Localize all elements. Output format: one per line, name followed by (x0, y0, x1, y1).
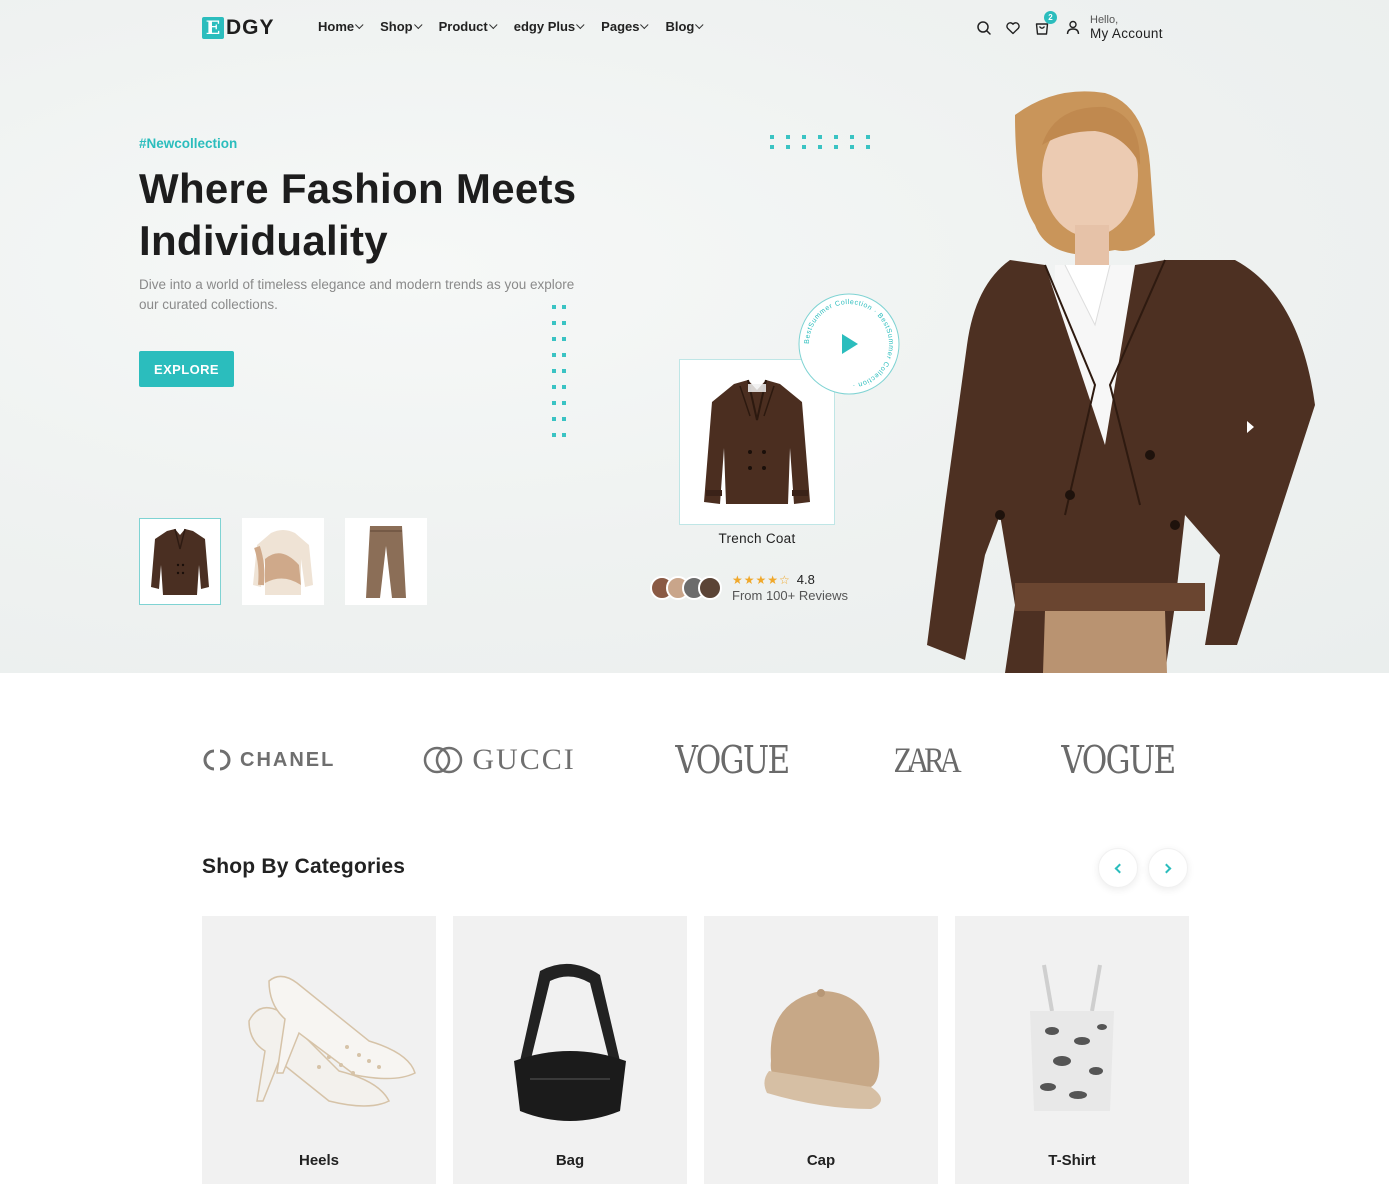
explore-button[interactable]: EXPLORE (139, 351, 234, 387)
hero-thumbnails (139, 518, 427, 605)
avatar (698, 575, 722, 600)
chevron-down-icon (640, 20, 650, 29)
thumbnail-sweater[interactable] (242, 518, 324, 605)
category-label: Cap (806, 1152, 836, 1169)
brand-vogue[interactable]: VOGUE (1049, 735, 1187, 785)
heart-icon[interactable] (1005, 20, 1021, 36)
chevron-down-icon (413, 20, 423, 29)
chanel-logo-icon (203, 749, 231, 771)
main-nav: Home Shop Product edgy Plus Pages Blog (318, 19, 704, 34)
review-text: ★★★★☆ 4.8 From 100+ Reviews (732, 572, 848, 603)
category-card-heels[interactable]: Heels (202, 916, 436, 1184)
nav-item-home[interactable]: Home (318, 19, 364, 34)
nav-label: Shop (380, 19, 413, 34)
rating-stars-icon: ★★★★☆ (732, 572, 791, 587)
category-label: Heels (298, 1152, 340, 1169)
brand-name: ZARA (893, 740, 961, 780)
hero-subtext: Dive into a world of timeless elegance a… (139, 277, 575, 312)
slide-next-arrow-icon[interactable] (1247, 421, 1254, 433)
site-header: E DGY Home Shop Product edgy Plus Pages … (0, 0, 1389, 58)
nav-label: Product (438, 19, 488, 34)
nav-item-shop[interactable]: Shop (380, 19, 423, 34)
review-count: From 100+ Reviews (732, 588, 848, 603)
chevron-left-icon (1114, 863, 1125, 873)
nav-item-product[interactable]: Product (438, 19, 498, 34)
hero-headline: Where Fashion Meets Individuality (139, 165, 577, 264)
gucci-logo-icon (424, 746, 463, 774)
brand-name: VOGUE (1061, 738, 1176, 782)
brand-chanel[interactable]: CHANEL (202, 735, 335, 785)
cap-image (764, 989, 881, 1109)
site-logo[interactable]: E DGY (202, 16, 275, 39)
trousers-image (366, 525, 406, 598)
rating-value: 4.8 (796, 572, 815, 587)
hero-section: E DGY Home Shop Product edgy Plus Pages … (0, 0, 1389, 673)
cart-icon[interactable]: 2 (1034, 11, 1057, 36)
category-card-tshirt[interactable]: T-Shirt (955, 916, 1189, 1184)
sweater-image (253, 529, 313, 595)
brand-strip: CHANEL GUCCI VOGUE ZARA VOGUE (202, 735, 1187, 785)
decorative-dots-horizontal (770, 135, 870, 149)
brand-zara[interactable]: ZARA (888, 735, 962, 785)
nav-item-blog[interactable]: Blog (665, 19, 704, 34)
nav-item-edgy-plus[interactable]: edgy Plus (513, 19, 585, 34)
featured-product-name: Trench Coat (718, 531, 796, 546)
reviews-summary: ★★★★☆ 4.8 From 100+ Reviews (650, 572, 848, 603)
category-label: T-Shirt (1048, 1152, 1096, 1169)
brand-name: CHANEL (240, 748, 336, 771)
category-label: Bag (555, 1152, 585, 1169)
chevron-down-icon (576, 20, 585, 29)
thumbnail-trousers[interactable] (345, 518, 427, 605)
categories-prev-button[interactable] (1098, 848, 1138, 888)
reviewer-avatars (650, 575, 722, 600)
search-icon[interactable] (976, 20, 992, 36)
thumbnail-jacket[interactable] (139, 518, 221, 605)
category-card-cap[interactable]: Cap (704, 916, 938, 1184)
jacket-image (151, 528, 209, 595)
categories-title: Shop By Categories (202, 855, 406, 878)
tshirt-image (1030, 964, 1114, 1111)
logo-mark: E (202, 17, 224, 39)
header-icons: 2 (976, 11, 1057, 36)
page: E DGY Home Shop Product edgy Plus Pages … (0, 0, 1389, 1194)
cart-count-badge: 2 (1044, 11, 1057, 24)
chevron-down-icon (355, 20, 364, 29)
nav-label: Home (318, 19, 355, 34)
nav-label: edgy Plus (513, 19, 576, 34)
chevron-down-icon (488, 20, 498, 29)
user-icon (1066, 20, 1080, 34)
logo-text: DGY (226, 16, 275, 39)
nav-item-pages[interactable]: Pages (601, 19, 650, 34)
collection-tag: #Newcollection (139, 136, 238, 151)
nav-label: Blog (665, 19, 695, 34)
brand-name: GUCCI (472, 743, 576, 776)
collection-video-badge[interactable]: BestSummer Collection · BestSummer Colle… (797, 292, 901, 396)
chevron-right-icon (1161, 863, 1172, 873)
bag-image (514, 963, 626, 1121)
chevron-down-icon (695, 20, 704, 29)
category-cards: Heels Bag Cap T-Shirt (202, 916, 1189, 1184)
account-text: Hello, My Account (1090, 13, 1163, 41)
decorative-dots-vertical (552, 305, 566, 437)
hero-model-image (927, 91, 1315, 673)
brand-name: VOGUE (675, 738, 790, 782)
category-card-bag[interactable]: Bag (453, 916, 687, 1184)
brand-gucci[interactable]: GUCCI (422, 735, 575, 785)
nav-label: Pages (601, 19, 640, 34)
account-label: My Account (1090, 26, 1163, 41)
heels-image (248, 975, 416, 1107)
brand-vogue[interactable]: VOGUE (663, 735, 801, 785)
categories-next-button[interactable] (1148, 848, 1188, 888)
account-greeting: Hello, (1090, 14, 1119, 26)
account-link[interactable]: Hello, My Account (1066, 13, 1163, 41)
